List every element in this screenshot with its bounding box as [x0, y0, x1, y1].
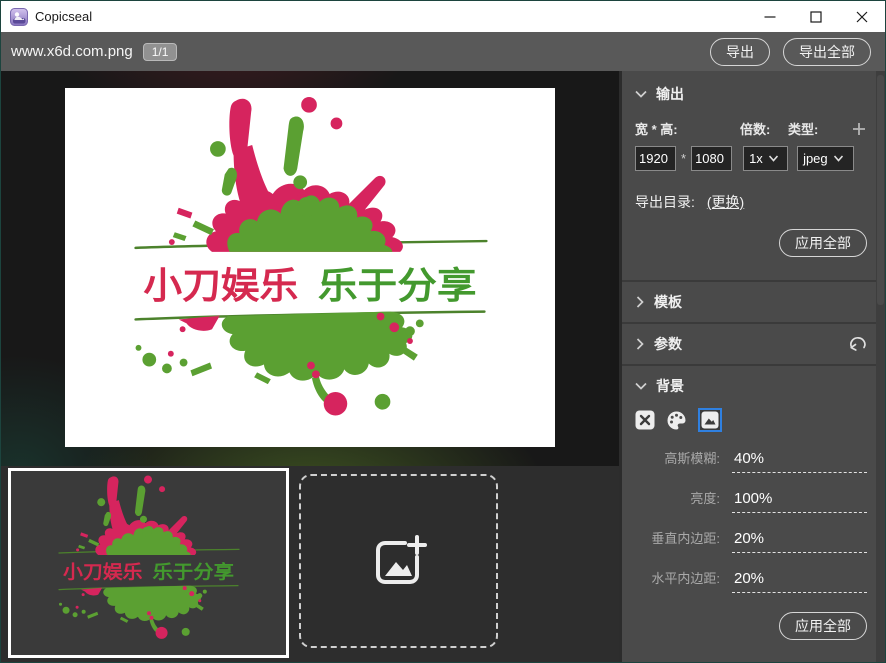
chevron-down-icon: [769, 155, 778, 162]
bg-image-button[interactable]: [698, 408, 722, 432]
vertical-padding-label: 垂直内边距:: [635, 528, 720, 553]
palette-icon: [666, 410, 687, 431]
export-button[interactable]: 导出: [710, 38, 770, 66]
bg-none-button[interactable]: [635, 410, 655, 430]
add-image-icon: [367, 529, 431, 593]
multiplier-value: 1x: [749, 151, 763, 166]
app-icon: [10, 8, 28, 26]
thumbnail-logo-image: [11, 471, 286, 655]
preview-column: [1, 71, 622, 663]
header-bar: www.x6d.com.png 1/1 导出 导出全部: [1, 32, 885, 71]
close-icon: [856, 11, 868, 23]
minimize-icon: [764, 11, 776, 23]
output-apply-all-button[interactable]: 应用全部: [779, 229, 867, 257]
thumbnail-strip: [1, 466, 619, 663]
height-input[interactable]: [691, 146, 732, 171]
params-reset-button[interactable]: [848, 336, 867, 353]
settings-sidebar: 输出 宽 * 高: 倍数: 类型: *: [622, 71, 885, 663]
multiplier-label: 倍数:: [740, 119, 788, 138]
section-template: 模板: [635, 282, 867, 322]
type-value: jpeg: [803, 151, 828, 166]
app-title: Copicseal: [35, 9, 92, 24]
section-background-title: 背景: [656, 376, 684, 396]
maximize-icon: [810, 11, 822, 23]
plus-icon: [852, 122, 866, 136]
preview-canvas: [1, 71, 619, 466]
app-window: Copicseal www.x6d.com.png 1/1 导出 导出全部: [0, 0, 886, 663]
horizontal-padding-value[interactable]: 20%: [732, 570, 867, 593]
undo-icon: [848, 336, 867, 353]
current-filename: www.x6d.com.png: [11, 43, 133, 60]
maximize-button[interactable]: [793, 1, 839, 32]
type-select[interactable]: jpeg: [797, 146, 854, 171]
scrollbar-thumb[interactable]: [877, 75, 884, 305]
thumbnail-selected[interactable]: [8, 468, 289, 658]
close-button[interactable]: [839, 1, 885, 32]
splash-logo-image: [65, 88, 555, 447]
bg-color-button[interactable]: [666, 410, 687, 431]
section-background: 背景: [635, 366, 867, 662]
section-template-title: 模板: [654, 292, 682, 312]
chevron-right-icon: [635, 338, 645, 350]
section-template-header[interactable]: 模板: [635, 292, 867, 312]
multiplier-select[interactable]: 1x: [743, 146, 788, 171]
size-label: 宽 * 高:: [635, 119, 740, 138]
brightness-value[interactable]: 100%: [732, 490, 867, 513]
add-image-dropzone[interactable]: [299, 474, 498, 648]
chevron-down-icon: [635, 381, 647, 391]
brightness-label: 亮度:: [635, 488, 720, 513]
change-dir-link[interactable]: (更换): [707, 192, 744, 212]
chevron-right-icon: [635, 296, 645, 308]
chevron-down-icon: [635, 89, 647, 99]
section-params: 参数: [635, 324, 867, 364]
vertical-padding-value[interactable]: 20%: [732, 530, 867, 553]
export-all-button[interactable]: 导出全部: [783, 38, 871, 66]
section-params-title: 参数: [654, 334, 682, 354]
add-output-button[interactable]: [851, 121, 867, 137]
background-apply-all-button[interactable]: 应用全部: [779, 612, 867, 640]
export-dir-label: 导出目录:: [635, 192, 695, 212]
section-background-header[interactable]: 背景: [635, 376, 867, 396]
section-output-title: 输出: [656, 84, 684, 104]
width-input[interactable]: [635, 146, 676, 171]
section-params-header[interactable]: 参数: [635, 334, 867, 354]
horizontal-padding-label: 水平内边距:: [635, 568, 720, 593]
section-output: 输出 宽 * 高: 倍数: 类型: *: [635, 71, 867, 280]
chevron-down-icon: [834, 155, 843, 162]
gaussian-blur-label: 高斯模糊:: [635, 448, 720, 473]
minimize-button[interactable]: [747, 1, 793, 32]
titlebar: Copicseal: [1, 1, 885, 32]
gaussian-blur-value[interactable]: 40%: [732, 450, 867, 473]
sidebar-scrollbar[interactable]: [876, 71, 885, 663]
type-label: 类型:: [788, 119, 851, 138]
size-separator: *: [681, 151, 686, 166]
preview-image-card: [65, 88, 555, 447]
bg-none-icon: [635, 410, 655, 430]
section-output-header[interactable]: 输出: [635, 84, 867, 104]
page-count-badge: 1/1: [143, 43, 178, 61]
bg-image-icon: [701, 411, 719, 429]
